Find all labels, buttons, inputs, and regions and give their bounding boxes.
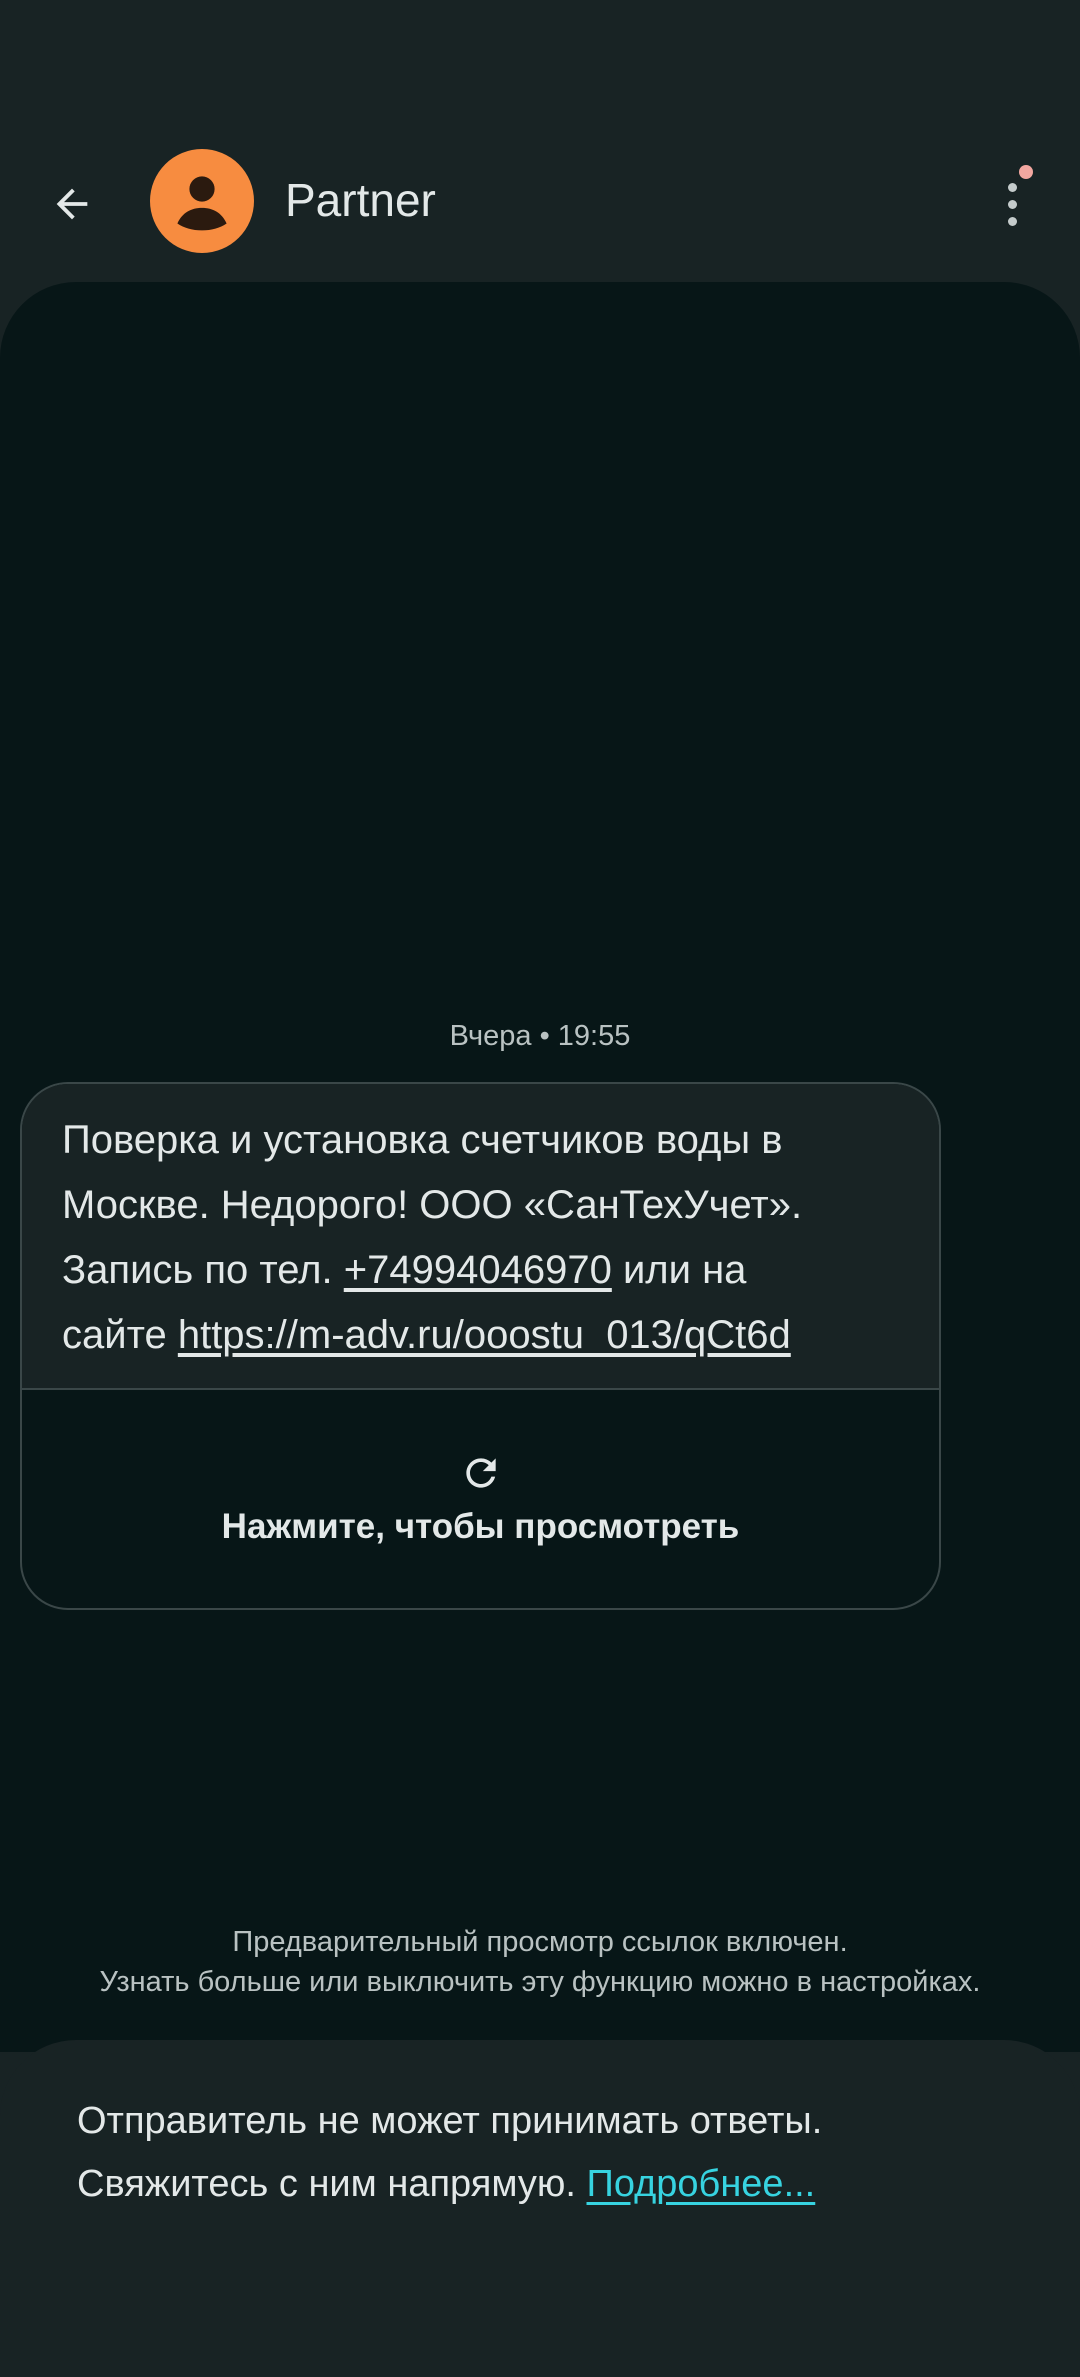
person-icon — [177, 176, 227, 231]
cannot-reply-line: Отправитель не может принимать ответы. — [77, 2100, 823, 2142]
info-line: Предварительный просмотр ссылок включен. — [232, 1926, 848, 1958]
message-bubble[interactable]: Поверка и установка счетчиков воды в Мос… — [20, 1082, 941, 1610]
message-text-fragment: сайте — [62, 1313, 178, 1357]
more-options-button[interactable] — [970, 162, 1054, 246]
refresh-icon — [465, 1458, 496, 1488]
cannot-reply-panel: Отправитель не может принимать ответы. С… — [0, 2040, 1080, 2377]
cannot-reply-fragment: Свяжитесь с ним напрямую. — [77, 2163, 587, 2205]
link-preview-button[interactable]: Нажмите, чтобы просмотреть — [22, 1388, 939, 1608]
cannot-reply-line: Свяжитесь с ним напрямую. Подробнее... — [77, 2153, 1037, 2216]
back-button[interactable] — [30, 162, 114, 246]
arrow-left-icon — [56, 188, 88, 220]
link-preview-info: Предварительный просмотр ссылок включен.… — [0, 1922, 1080, 2002]
contact-avatar[interactable] — [150, 149, 254, 253]
info-line: Узнать больше или выключить эту функцию … — [99, 1966, 981, 1998]
preview-label: Нажмите, чтобы просмотреть — [221, 1507, 740, 1546]
url-link[interactable]: https://m-adv.ru/ooostu_013/qCt6d — [178, 1313, 791, 1357]
messages-screen: Partner Вчера • 19:55 Поверка и установк… — [0, 0, 1080, 2377]
message-text: Поверка и установка счетчиков воды в Мос… — [22, 1084, 939, 1388]
message-line: Поверка и установка счетчиков воды в — [62, 1118, 783, 1162]
notification-dot — [1019, 165, 1033, 179]
message-text-fragment: Запись по тел. — [62, 1248, 344, 1292]
more-vert-icon — [1007, 182, 1017, 226]
contact-name[interactable]: Partner — [285, 168, 436, 232]
conversation-top-bar: Partner — [0, 110, 1080, 290]
message-timestamp: Вчера • 19:55 — [449, 1020, 631, 1052]
message-text-fragment: или на — [611, 1248, 747, 1292]
phone-link[interactable]: +74994046970 — [344, 1248, 612, 1292]
learn-more-link[interactable]: Подробнее... — [587, 2163, 816, 2205]
message-line: Москве. Недорого! ООО «СанТехУчет». — [62, 1183, 803, 1227]
message-line: Запись по тел. +74994046970 или на — [62, 1238, 899, 1303]
status-bar — [0, 0, 1080, 110]
message-line: сайте https://m-adv.ru/ooostu_013/qCt6d — [62, 1303, 899, 1368]
cannot-reply-text: Отправитель не может принимать ответы. С… — [77, 2090, 1037, 2216]
